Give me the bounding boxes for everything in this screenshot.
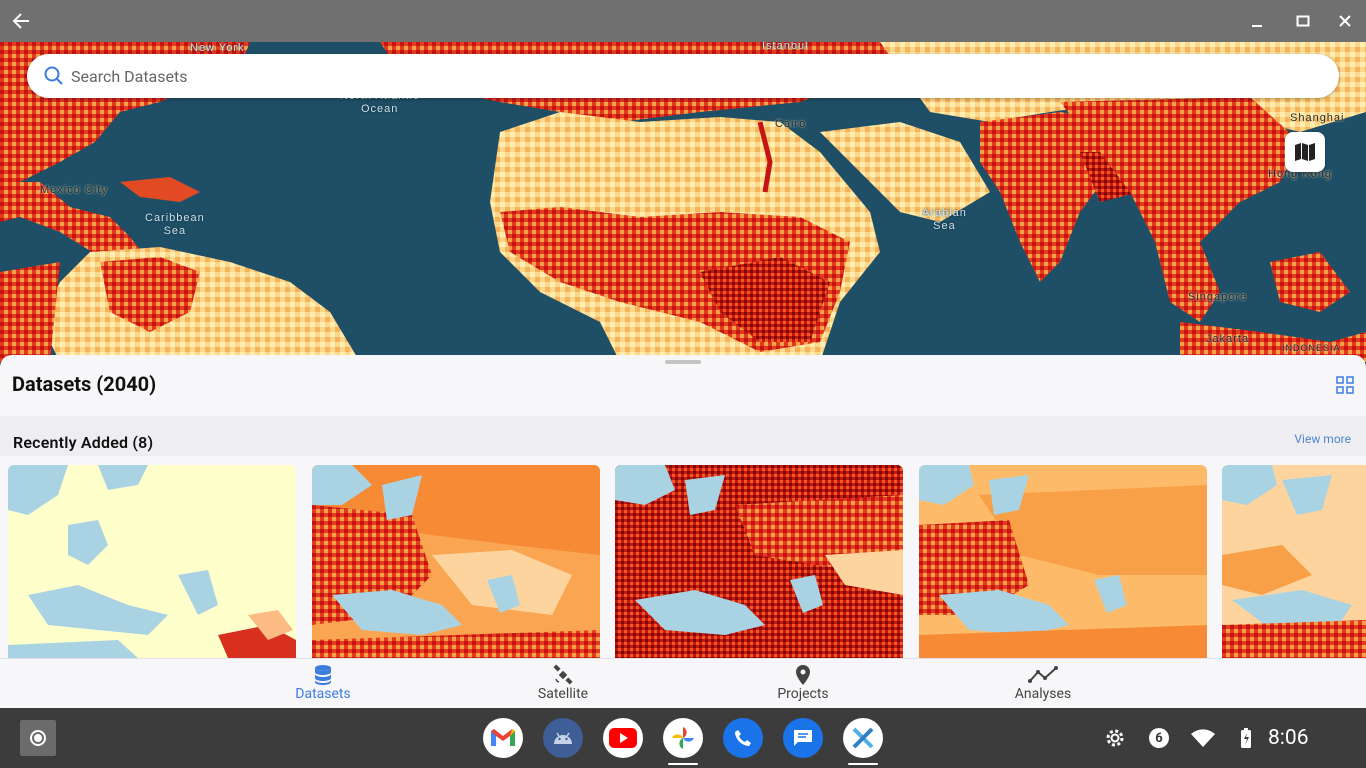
satellite-icon [553,664,573,685]
gmail-icon [491,729,515,746]
nav-projects[interactable]: Projects [743,659,863,709]
nav-projects-label: Projects [777,686,829,702]
message-bubble-icon [794,730,812,746]
dataset-card[interactable] [615,465,903,658]
window-titlebar [0,0,1366,42]
dataset-thumbnail [1222,465,1366,658]
database-icon [315,665,331,685]
minimize-button[interactable] [1236,0,1278,42]
gear-icon [1106,729,1124,747]
arrow-left-icon [12,13,29,29]
settings-tray[interactable] [1100,708,1130,768]
location-pin-icon [796,665,810,685]
dataset-card[interactable] [919,465,1207,658]
map-label-singapore: Singapore [1188,291,1248,303]
maximize-icon [1296,15,1310,27]
dataset-card[interactable] [312,465,600,658]
nav-datasets-label: Datasets [295,686,351,702]
map-label-cairo: Cairo [775,118,807,130]
messages-app[interactable] [783,718,823,758]
google-photos-app[interactable] [663,718,703,758]
maximize-button[interactable] [1282,0,1324,42]
grid-view-icon[interactable] [1336,376,1354,394]
close-button[interactable] [1324,0,1366,42]
datasets-sheet: Datasets (2040) Recently Added (8) View … [0,355,1366,708]
map-layers-button[interactable] [1285,132,1325,172]
nav-satellite[interactable]: Satellite [503,659,623,709]
nav-datasets[interactable]: Datasets [263,659,383,709]
dataset-thumbnail [8,465,296,658]
notification-count-badge: 6 [1149,728,1169,748]
launcher-circle-icon [30,730,46,746]
recently-added-title: Recently Added (8) [13,433,154,452]
pinwheel-icon [672,727,694,749]
android-studio-app[interactable] [543,718,583,758]
recently-added-header: Recently Added (8) View more [0,416,1366,456]
bottom-navigation: Datasets Satellite Projects Analyses [0,658,1366,708]
close-icon [1339,15,1351,27]
search-bar[interactable]: Search Datasets [27,54,1339,98]
os-shelf: 6 8:06 [0,708,1366,768]
wifi-icon [1191,729,1215,747]
map-label-arabian-sea: Arabian Sea [922,207,967,232]
battery-charging-icon [1241,728,1251,748]
search-input[interactable]: Search Datasets [71,67,188,86]
nav-satellite-label: Satellite [537,686,589,702]
phone-app[interactable] [723,718,763,758]
map-label-indonesia: INDONESIA [1282,343,1341,353]
map-label-istanbul: Istanbul [762,42,809,52]
gmail-app[interactable] [483,718,523,758]
running-indicator [848,763,878,765]
back-button[interactable] [0,0,42,42]
drag-handle[interactable] [665,360,701,364]
youtube-app[interactable] [603,718,643,758]
map-label-mexico-city: Mexico City [40,184,108,196]
launcher-button[interactable] [20,720,56,756]
view-more-link[interactable]: View more [1294,432,1351,446]
running-indicator [668,763,698,765]
recent-datasets-carousel [0,465,1366,658]
dataset-card[interactable] [8,465,296,658]
clock[interactable]: 8:06 [1268,726,1309,750]
cross-arrows-icon [852,727,874,749]
battery-tray[interactable] [1236,708,1256,768]
phone-icon [735,730,751,746]
map-label-jakarta: Jakarta [1206,333,1250,345]
nav-analyses[interactable]: Analyses [983,659,1103,709]
dataset-explorer-app[interactable] [843,718,883,758]
search-icon [44,66,63,85]
notification-tray[interactable]: 6 [1148,708,1170,768]
dataset-card[interactable] [1222,465,1366,658]
minimize-icon [1252,25,1262,27]
dataset-thumbnail [615,465,903,658]
sheet-title: Datasets (2040) [12,372,157,396]
map-label-shanghai: Shanghai [1290,112,1345,124]
map-icon [1295,143,1315,161]
wifi-tray[interactable] [1190,708,1216,768]
android-icon [554,732,572,744]
line-chart-icon [1028,666,1058,683]
map-label-caribbean: Caribbean Sea [145,212,205,237]
nav-analyses-label: Analyses [1014,686,1072,702]
dataset-thumbnail [312,465,600,658]
dataset-thumbnail [919,465,1207,658]
youtube-icon [609,728,637,748]
